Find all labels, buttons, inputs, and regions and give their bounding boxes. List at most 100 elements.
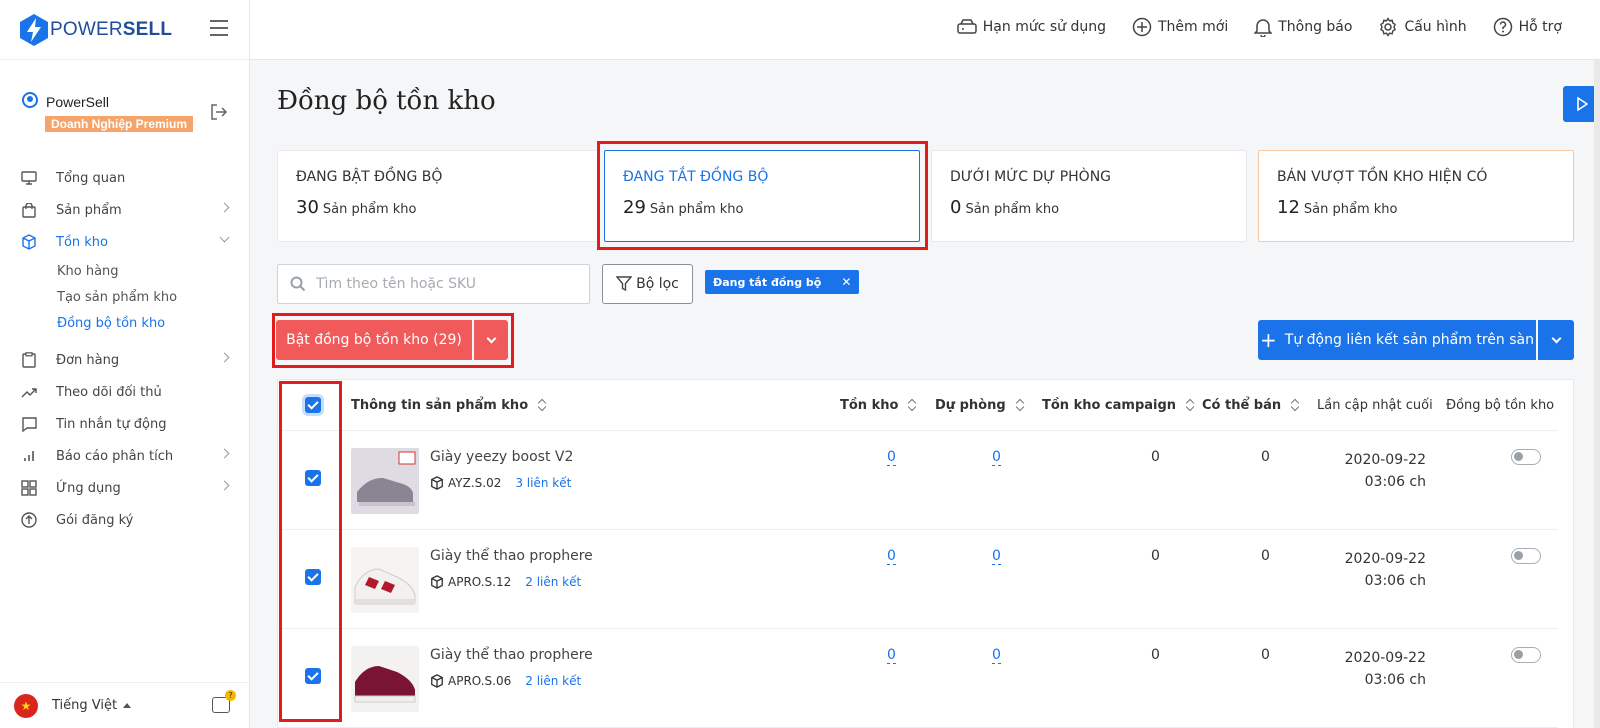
logout-icon[interactable]	[210, 104, 228, 120]
linked-products-link[interactable]: 2 liên kết	[525, 674, 581, 688]
column-header-product[interactable]: Thông tin sản phẩm kho	[351, 380, 546, 430]
play-icon	[1576, 97, 1588, 111]
menu-toggle-icon[interactable]	[210, 20, 228, 36]
topbar-link-label: Hỗ trợ	[1518, 19, 1562, 35]
sidebar-subitem-warehouse[interactable]: Kho hàng	[0, 258, 250, 284]
column-header-updated: Lần cập nhật cuối	[1317, 397, 1433, 413]
sidebar-item-label: Tồn kho	[56, 234, 108, 250]
filter-label: Bộ lọc	[636, 276, 679, 292]
enable-sync-dropdown[interactable]	[474, 320, 508, 360]
search-input[interactable]	[316, 276, 576, 292]
topbar-links: Hạn mức sử dụng Thêm mới Thông báo Cấu h…	[957, 17, 1562, 37]
sidebar-subitem-inventory-sync[interactable]: Đồng bộ tồn kho	[0, 310, 250, 336]
row-checkbox[interactable]	[305, 668, 321, 684]
last-updated: 2020-09-22 03:06 ch	[1344, 452, 1426, 490]
support-chat-icon[interactable]	[212, 690, 236, 713]
sidebar-subitem-create-product[interactable]: Tạo sản phẩm kho	[0, 284, 250, 310]
sync-toggle[interactable]	[1511, 647, 1541, 663]
sync-toggle[interactable]	[1511, 548, 1541, 564]
linked-products-link[interactable]: 2 liên kết	[525, 575, 581, 589]
product-name: Giày yeezy boost V2	[430, 449, 574, 465]
sort-icon	[1291, 399, 1299, 411]
box-icon	[431, 575, 443, 589]
sidebar-item-inventory[interactable]: Tồn kho	[0, 226, 250, 258]
reserve-value[interactable]: 0	[992, 449, 1001, 466]
sidebar-item-auto-messages[interactable]: Tin nhắn tự động	[0, 408, 250, 440]
product-thumbnail[interactable]	[351, 547, 419, 613]
last-updated: 2020-09-22 03:06 ch	[1344, 650, 1426, 688]
sync-toggle[interactable]	[1511, 449, 1541, 465]
product-thumbnail[interactable]	[351, 448, 419, 514]
usage-icon	[957, 19, 977, 34]
stock-value[interactable]: 0	[887, 449, 896, 466]
topbar-help[interactable]: Hỗ trợ	[1493, 17, 1562, 37]
row-checkbox[interactable]	[305, 470, 321, 486]
chevron-right-icon	[219, 448, 230, 459]
sort-icon	[908, 399, 916, 411]
stock-value[interactable]: 0	[887, 647, 896, 664]
monitor-icon	[20, 169, 38, 187]
column-header-reserve[interactable]: Dự phòng	[935, 380, 1024, 430]
sidebar-footer: ★ Tiếng Việt	[0, 682, 250, 728]
card-oversold[interactable]: BÁN VƯỢT TỒN KHO HIỆN CÓ 12 Sản phẩm kho	[1258, 150, 1574, 242]
sidebar-item-products[interactable]: Sản phẩm	[0, 194, 250, 226]
card-count: 29 Sản phẩm kho	[623, 197, 744, 218]
close-icon[interactable]: ✕	[841, 275, 851, 289]
active-filter-tag: Đang tắt đồng bộ ✕	[705, 270, 860, 294]
card-below-reserve[interactable]: DƯỚI MỨC DỰ PHÒNG 0 Sản phẩm kho	[931, 150, 1247, 242]
card-sync-on[interactable]: ĐANG BẬT ĐỒNG BỘ 30 Sản phẩm kho	[277, 150, 599, 242]
filter-button[interactable]: Bộ lọc	[602, 264, 693, 304]
topbar-notifications[interactable]: Thông báo	[1254, 17, 1352, 37]
page-title: Đồng bộ tồn kho	[277, 86, 496, 116]
card-title: ĐANG BẬT ĐỒNG BỘ	[296, 169, 443, 185]
page-scrollbar[interactable]	[1594, 60, 1600, 728]
select-all-checkbox[interactable]	[305, 397, 321, 413]
campaign-value: 0	[1151, 548, 1160, 564]
table-row: Giày yeezy boost V2 AYZ.S.02 3 liên kết …	[278, 431, 1558, 530]
row-checkbox[interactable]	[305, 569, 321, 585]
sidebar-item-competitors[interactable]: Theo dõi đối thủ	[0, 376, 250, 408]
topbar-link-label: Thêm mới	[1158, 19, 1229, 35]
sort-icon	[538, 399, 546, 411]
box-icon	[431, 674, 443, 688]
reserve-value[interactable]: 0	[992, 647, 1001, 664]
inventory-table: Thông tin sản phẩm kho Tồn kho Dự phòng …	[277, 379, 1574, 728]
stock-value[interactable]: 0	[887, 548, 896, 565]
linked-products-link[interactable]: 3 liên kết	[515, 476, 571, 490]
product-name: Giày thể thao prophere	[430, 647, 593, 663]
enable-sync-button[interactable]: Bật đồng bộ tồn kho (29)	[276, 320, 472, 360]
column-header-sellable[interactable]: Có thể bán	[1202, 380, 1299, 430]
auto-link-dropdown[interactable]	[1538, 320, 1574, 360]
sort-icon	[1186, 399, 1194, 411]
column-header-stock[interactable]: Tồn kho	[840, 380, 916, 430]
box-icon	[20, 233, 38, 251]
language-selector[interactable]: Tiếng Việt	[52, 698, 117, 713]
search-box	[277, 264, 590, 304]
reserve-value[interactable]: 0	[992, 548, 1001, 565]
help-icon	[1493, 17, 1512, 37]
card-sync-off[interactable]: ĐANG TẮT ĐỒNG BỘ 29 Sản phẩm kho	[604, 150, 920, 242]
auto-link-button[interactable]: + Tự động liên kết sản phẩm trên sàn	[1258, 320, 1536, 360]
product-thumbnail[interactable]	[351, 646, 419, 712]
sidebar-item-overview[interactable]: Tổng quan	[0, 162, 250, 194]
topbar-settings[interactable]: Cấu hình	[1378, 17, 1467, 37]
sidebar-item-apps[interactable]: Ứng dụng	[0, 472, 250, 504]
filter-icon	[616, 276, 633, 292]
topbar-usage-limit[interactable]: Hạn mức sử dụng	[957, 17, 1106, 37]
sort-icon	[1016, 399, 1024, 411]
sidebar-item-subscription[interactable]: Gói đăng ký	[0, 504, 250, 536]
table-row: Giày thể thao prophere APRO.S.06 2 liên …	[278, 629, 1558, 728]
clipboard-icon	[20, 351, 38, 369]
sidebar-item-label: Ứng dụng	[56, 480, 121, 496]
sellable-value: 0	[1261, 449, 1270, 465]
bag-icon	[20, 201, 38, 219]
campaign-value: 0	[1151, 647, 1160, 663]
column-header-campaign[interactable]: Tồn kho campaign	[1042, 380, 1194, 430]
sidebar-item-reports[interactable]: Báo cáo phân tích	[0, 440, 250, 472]
table-row: Giày thể thao prophere APRO.S.12 2 liên …	[278, 530, 1558, 629]
plus-circle-icon	[1132, 17, 1152, 37]
topbar-add-new[interactable]: Thêm mới	[1132, 17, 1228, 37]
card-title: ĐANG TẮT ĐỒNG BỘ	[623, 169, 769, 185]
sidebar-item-orders[interactable]: Đơn hàng	[0, 344, 250, 376]
card-title: DƯỚI MỨC DỰ PHÒNG	[950, 169, 1112, 185]
